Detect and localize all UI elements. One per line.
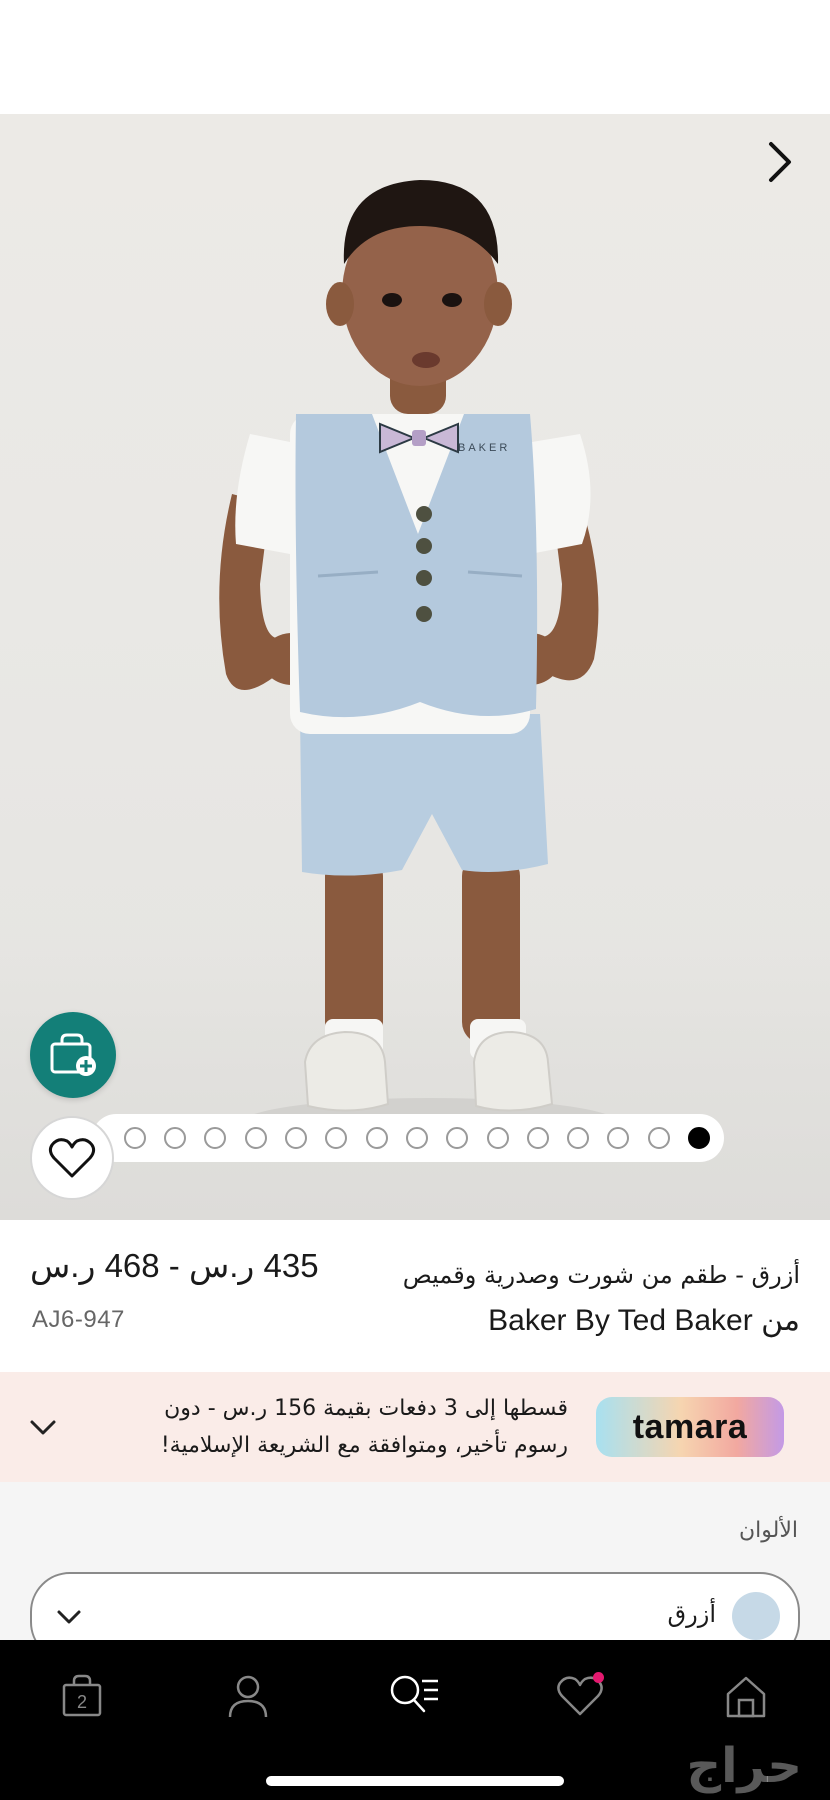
nav-account[interactable] — [218, 1666, 278, 1726]
pagination-dot[interactable] — [285, 1127, 308, 1149]
wishlist-notification-dot — [593, 1672, 604, 1683]
bag-plus-icon — [50, 1033, 96, 1076]
tamara-message: قسطها إلى 3 دفعات بقيمة 156 ر.س - دون رس… — [128, 1390, 568, 1464]
next-image-arrow[interactable] — [758, 134, 802, 190]
tamara-logo: tamara — [596, 1397, 784, 1457]
pagination-dot[interactable] — [244, 1127, 267, 1149]
product-photo — [219, 180, 620, 1150]
heart-icon — [48, 1138, 96, 1178]
tamara-banner[interactable]: tamara قسطها إلى 3 دفعات بقيمة 156 ر.س -… — [0, 1372, 830, 1482]
wishlist-button[interactable] — [30, 1116, 114, 1200]
bottom-navigation: 2 حراج — [0, 1640, 830, 1800]
product-info: أزرق - طقم من شورت وصدرية وقميص من Baker… — [0, 1220, 830, 1372]
product-image-gallery[interactable]: BAKER — [0, 114, 830, 1220]
pagination-dot[interactable] — [164, 1127, 187, 1149]
pagination-dot[interactable] — [607, 1127, 630, 1149]
watermark-logo: حراج — [686, 1738, 803, 1794]
pagination-dot[interactable] — [405, 1127, 428, 1149]
chevron-right-icon — [769, 142, 791, 182]
product-title: أزرق - طقم من شورت وصدرية وقميص من Baker… — [340, 1252, 800, 1344]
tamara-message-line1: قسطها إلى 3 دفعات بقيمة 156 ر.س - دون — [164, 1396, 568, 1421]
tamara-message-line2: رسوم تأخير، ومتوافقة مع الشريعة الإسلامي… — [160, 1433, 568, 1458]
search-list-icon — [390, 1675, 438, 1713]
pagination-dot[interactable] — [446, 1127, 469, 1149]
selected-color: أزرق — [667, 1600, 716, 1628]
product-page: BAKER أزرق - طقم من شورت وصدرية وقميص من… — [0, 0, 830, 1800]
pagination-dot[interactable] — [123, 1127, 146, 1149]
tamara-logo-text: tamara — [632, 1407, 748, 1446]
nav-search[interactable] — [384, 1666, 444, 1726]
home-indicator[interactable] — [266, 1776, 564, 1786]
chevron-down-icon — [57, 1610, 81, 1624]
pagination-dot[interactable] — [204, 1127, 227, 1149]
home-icon — [726, 1676, 766, 1718]
nav-wishlist[interactable] — [550, 1666, 610, 1726]
colors-section: الألوان أزرق — [0, 1482, 830, 1662]
color-swatch — [732, 1592, 780, 1640]
colors-label: الألوان — [739, 1518, 798, 1543]
nav-home[interactable] — [716, 1666, 776, 1726]
image-pagination — [92, 1114, 724, 1162]
pagination-dot[interactable] — [486, 1127, 509, 1149]
chevron-down-icon[interactable] — [28, 1412, 58, 1442]
vest-logo-text: BAKER — [458, 442, 511, 454]
user-icon — [228, 1675, 268, 1718]
pagination-dot[interactable] — [688, 1127, 710, 1149]
bag-count: 2 — [77, 1692, 87, 1712]
product-title-line2: من Baker By Ted Baker — [488, 1304, 800, 1337]
pagination-dot[interactable] — [325, 1127, 348, 1149]
product-title-line1: أزرق - طقم من شورت وصدرية وقميص — [402, 1261, 800, 1289]
pagination-dot[interactable] — [365, 1127, 388, 1149]
add-to-bag-button[interactable] — [30, 1012, 116, 1098]
top-bar — [0, 0, 830, 114]
pagination-dot[interactable] — [647, 1127, 670, 1149]
product-sku: AJ6-947 — [32, 1306, 125, 1333]
nav-bag[interactable]: 2 — [52, 1666, 112, 1726]
pagination-dot[interactable] — [526, 1127, 549, 1149]
shopping-bag-icon: 2 — [62, 1674, 102, 1717]
product-price: 435 ر.س - 468 ر.س — [30, 1247, 319, 1284]
pagination-dot[interactable] — [567, 1127, 590, 1149]
